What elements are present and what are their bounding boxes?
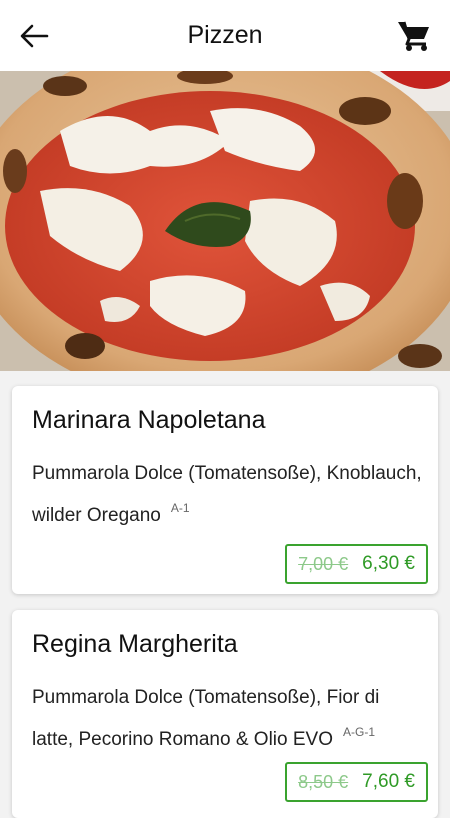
product-description: Pummarola Dolce (Tomatensoße), Fior di l… — [32, 680, 422, 757]
price-button[interactable]: 8,50 € 7,60 € — [285, 762, 428, 802]
product-name: Marinara Napoletana — [32, 406, 266, 434]
hero-image — [0, 71, 450, 371]
allergen-code: A-G-1 — [342, 725, 375, 739]
old-price: 7,00 € — [298, 553, 349, 574]
cart-button[interactable] — [394, 16, 434, 56]
product-name: Regina Margherita — [32, 630, 238, 658]
price-button[interactable]: 7,00 € 6,30 € — [285, 544, 428, 584]
back-button[interactable] — [14, 16, 54, 56]
page-title: Pizzen — [187, 21, 263, 49]
pizza-photo — [0, 71, 450, 371]
product-card[interactable]: Regina Margherita Pummarola Dolce (Tomat… — [12, 610, 438, 818]
product-card[interactable]: Marinara Napoletana Pummarola Dolce (Tom… — [12, 386, 438, 594]
product-description-text: Pummarola Dolce (Tomatensoße), Fior di l… — [32, 687, 380, 750]
shopping-cart-icon — [398, 21, 429, 51]
app-bar: Pizzen — [0, 0, 450, 71]
old-price: 8,50 € — [298, 771, 349, 792]
arrow-left-icon — [20, 24, 49, 48]
allergen-code: A-1 — [170, 501, 190, 515]
product-description: Pummarola Dolce (Tomatensoße), Knoblauch… — [32, 456, 422, 533]
current-price: 6,30 € — [362, 553, 415, 574]
product-description-text: Pummarola Dolce (Tomatensoße), Knoblauch… — [32, 463, 422, 526]
current-price: 7,60 € — [362, 771, 415, 792]
